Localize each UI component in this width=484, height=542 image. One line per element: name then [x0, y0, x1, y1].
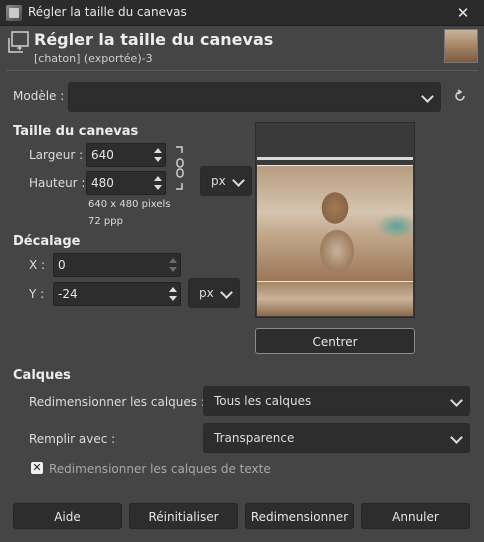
offset-x-spinbox[interactable]: 0: [53, 253, 181, 277]
dialog-subtitle: [chaton] (exportée)-3: [34, 52, 153, 65]
size-unit-value: px: [211, 174, 226, 188]
chevron-down-icon: [234, 176, 243, 185]
canvas-size-icon: [8, 31, 29, 53]
resize-text-layers-checkbox[interactable]: ✕: [31, 462, 43, 474]
size-unit-combo[interactable]: px: [200, 166, 252, 196]
reset-icon[interactable]: [452, 88, 468, 104]
spin-down-icon[interactable]: [154, 157, 162, 162]
height-spin-buttons[interactable]: [149, 172, 165, 194]
chevron-down-icon: [452, 396, 461, 405]
offset-unit-combo[interactable]: px: [188, 278, 240, 308]
template-combo[interactable]: [68, 82, 441, 112]
offset-y-spinbox[interactable]: -24: [53, 282, 181, 306]
center-button[interactable]: Centrer: [255, 328, 415, 354]
width-value: 640: [91, 148, 114, 162]
app-icon: [6, 5, 22, 21]
spin-up-icon[interactable]: [154, 176, 162, 181]
height-value: 480: [91, 176, 114, 190]
width-spin-buttons[interactable]: [149, 144, 165, 166]
close-icon[interactable]: ✕: [450, 1, 476, 25]
layers-heading: Calques: [13, 368, 71, 383]
offset-heading: Décalage: [13, 234, 81, 249]
offset-y-value: -24: [58, 287, 78, 301]
offset-unit-value: px: [199, 286, 214, 300]
cancel-button[interactable]: Annuler: [361, 503, 470, 529]
height-label: Hauteur :: [29, 176, 86, 190]
offset-y-label: Y :: [29, 287, 45, 301]
chevron-down-icon: [222, 288, 231, 297]
preview-image-overflow: [257, 282, 413, 316]
offset-x-value: 0: [58, 258, 66, 272]
resize-layers-combo[interactable]: Tous les calques: [203, 386, 470, 416]
resize-layers-value: Tous les calques: [214, 394, 312, 408]
offset-x-label: X :: [29, 258, 46, 272]
spin-down-icon[interactable]: [169, 296, 177, 301]
chevron-down-icon: [452, 433, 461, 442]
canvas-size-heading: Taille du canevas: [13, 124, 139, 139]
resize-text-layers-label[interactable]: Redimensionner les calques de texte: [49, 462, 271, 476]
chevron-down-icon: [423, 92, 432, 101]
fill-with-label: Remplir avec :: [29, 432, 116, 446]
window-title: Régler la taille du canevas: [28, 5, 187, 19]
window-titlebar: Régler la taille du canevas ✕: [0, 0, 484, 26]
preview-canvas-edge: [257, 157, 413, 160]
height-spinbox[interactable]: 480: [86, 171, 166, 195]
fill-with-combo[interactable]: Transparence: [203, 423, 470, 453]
spin-down-icon[interactable]: [154, 185, 162, 190]
spin-up-icon[interactable]: [169, 258, 177, 263]
width-label: Largeur :: [29, 148, 84, 162]
image-thumbnail: [444, 29, 478, 63]
width-spinbox[interactable]: 640: [86, 143, 166, 167]
chain-link-icon[interactable]: [174, 145, 188, 191]
resize-button[interactable]: Redimensionner: [245, 503, 354, 529]
header-divider: [6, 70, 478, 71]
preview-image[interactable]: [257, 165, 413, 282]
size-info-pixels: 640 x 480 pixels: [88, 199, 171, 210]
fill-with-value: Transparence: [214, 431, 295, 445]
reset-button[interactable]: Réinitialiser: [129, 503, 238, 529]
spin-up-icon[interactable]: [154, 148, 162, 153]
resize-layers-label: Redimensionner les calques :: [29, 395, 205, 409]
help-button[interactable]: Aide: [13, 503, 122, 529]
size-info-resolution: 72 ppp: [88, 216, 123, 227]
template-label: Modèle :: [13, 89, 65, 103]
spin-up-icon[interactable]: [169, 287, 177, 292]
offset-x-spin-buttons[interactable]: [164, 254, 180, 276]
dialog-title: Régler la taille du canevas: [34, 30, 274, 49]
offset-y-spin-buttons[interactable]: [164, 283, 180, 305]
checkmark-icon: ✕: [32, 461, 42, 474]
spin-down-icon[interactable]: [169, 267, 177, 272]
